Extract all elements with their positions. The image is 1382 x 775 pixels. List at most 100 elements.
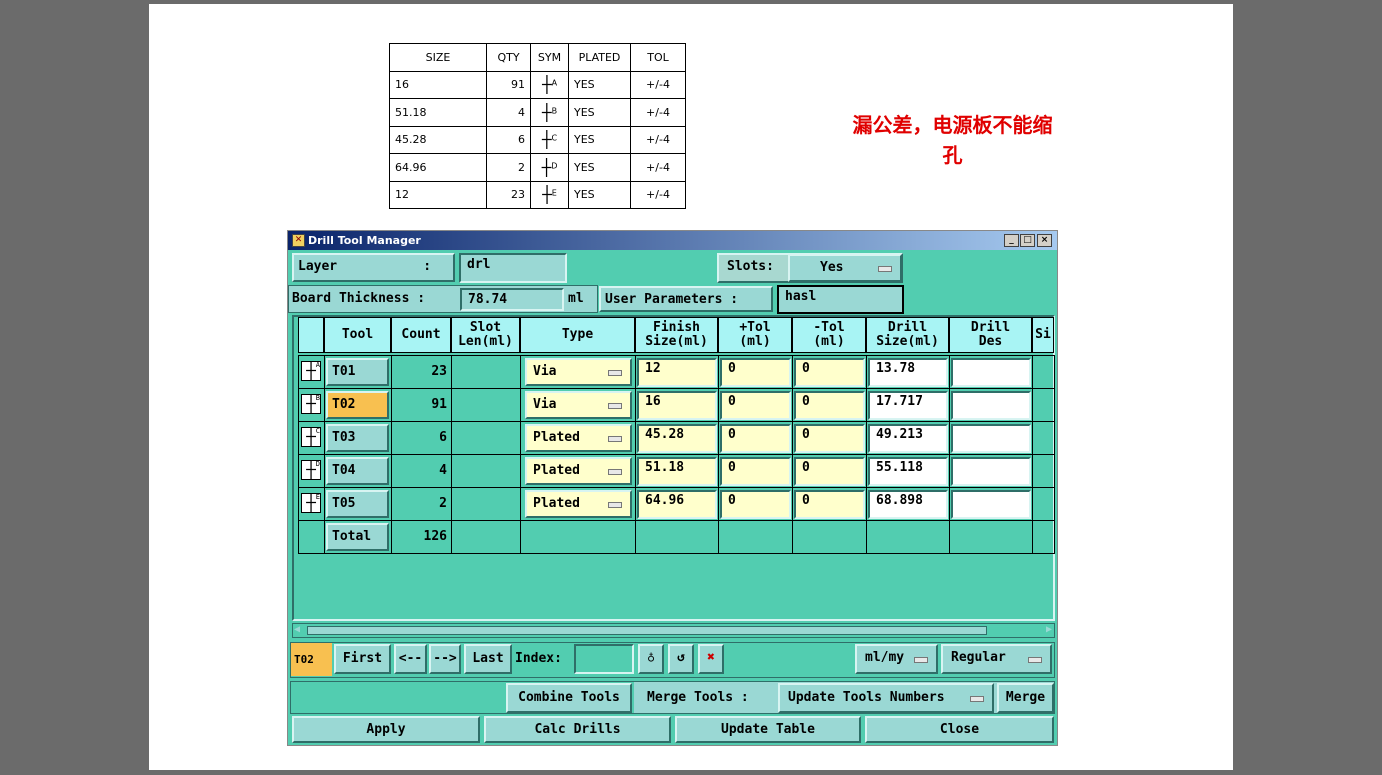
des-field[interactable] [951, 424, 1031, 453]
des-field[interactable] [951, 391, 1031, 420]
slots-dropdown[interactable]: Yes [788, 254, 902, 282]
column-header[interactable]: +Tol (ml) [718, 317, 792, 353]
des-field[interactable] [951, 358, 1031, 387]
drill-field[interactable]: 17.717 [868, 391, 948, 420]
spec-cell: YES [568, 153, 631, 182]
calc-drills-button[interactable]: Calc Drills [484, 716, 671, 743]
spec-cell: YES [568, 98, 631, 127]
thickness-field[interactable]: 78.74 [460, 288, 564, 311]
finish-field[interactable]: 45.28 [637, 424, 717, 453]
tool-button[interactable]: T05 [326, 490, 389, 518]
close-button[interactable]: Close [865, 716, 1054, 743]
finish-field[interactable]: 12 [637, 358, 717, 387]
ptol-field[interactable]: 0 [720, 490, 791, 519]
tool-symbol-icon[interactable]: ┼ A [301, 361, 321, 381]
column-header[interactable]: Count [391, 317, 451, 353]
layer-field[interactable]: drl [459, 253, 567, 283]
tool-button[interactable]: T03 [326, 424, 389, 452]
mtol-field[interactable]: 0 [794, 424, 865, 453]
ptol-field[interactable]: 0 [720, 424, 791, 453]
grid-cell [1032, 454, 1055, 488]
type-dropdown[interactable]: Plated [525, 457, 632, 485]
des-field[interactable] [951, 490, 1031, 519]
combine-tools-button[interactable]: Combine Tools [506, 683, 632, 713]
grid-cell [451, 388, 521, 422]
finish-field[interactable]: 51.18 [637, 457, 717, 486]
prev-button[interactable]: <-- [394, 644, 427, 674]
last-button[interactable]: Last [464, 644, 512, 674]
total-button[interactable]: Total [326, 523, 389, 551]
column-header[interactable] [298, 317, 324, 353]
tool-count: 91 [431, 397, 447, 412]
index-field[interactable] [574, 644, 634, 674]
tool-button[interactable]: T02 [326, 391, 389, 419]
user-parameters-button[interactable]: User Parameters : [599, 286, 773, 312]
mtol-field[interactable]: 0 [794, 490, 865, 519]
ptol-field[interactable]: 0 [720, 391, 791, 420]
spec-symbol: ┼B [530, 98, 569, 127]
merge-option-dropdown[interactable]: Update Tools Numbers [778, 683, 994, 713]
delete-icon[interactable]: ✖ [698, 644, 724, 674]
apply-button[interactable]: Apply [292, 716, 480, 743]
spec-cell: 45.28 [389, 125, 487, 154]
maximize-button[interactable]: □ [1020, 234, 1035, 247]
update-table-button[interactable]: Update Table [675, 716, 861, 743]
spec-cell: 16 [389, 70, 487, 99]
scrollbar-thumb[interactable] [307, 626, 987, 635]
drill-field[interactable]: 13.78 [868, 358, 948, 387]
des-field[interactable] [951, 457, 1031, 486]
type-dropdown[interactable]: Via [525, 391, 632, 419]
spec-row: 64.96 2 ┼D YES +/-4 [389, 153, 686, 182]
drill-field[interactable]: 55.118 [868, 457, 948, 486]
units-dropdown[interactable]: ml/my [855, 644, 938, 674]
layer-button[interactable]: Layer : [292, 253, 455, 282]
mtol-field[interactable]: 0 [794, 358, 865, 387]
tool-button[interactable]: T04 [326, 457, 389, 485]
column-header[interactable]: Tool [324, 317, 391, 353]
close-window-button[interactable]: × [1037, 234, 1052, 247]
merge-button[interactable]: Merge [997, 683, 1054, 713]
refresh-icon[interactable]: ↺ [668, 644, 694, 674]
column-header[interactable]: Si [1032, 317, 1054, 353]
column-header[interactable]: -Tol (ml) [792, 317, 866, 353]
finish-field[interactable]: 16 [637, 391, 717, 420]
tool-symbol-icon[interactable]: ┼ D [301, 460, 321, 480]
tool-symbol-icon[interactable]: ┼ E [301, 493, 321, 513]
spec-cell: 2 [486, 153, 531, 182]
spec-cell: 51.18 [389, 98, 487, 127]
mtol-field[interactable]: 0 [794, 457, 865, 486]
column-header[interactable]: Drill Size(ml) [866, 317, 949, 353]
spec-cell: +/-4 [630, 180, 686, 209]
type-dropdown[interactable]: Via [525, 358, 632, 386]
minimize-button[interactable]: _ [1004, 234, 1019, 247]
ptol-field[interactable]: 0 [720, 457, 791, 486]
column-header[interactable]: Type [520, 317, 635, 353]
mtol-field[interactable]: 0 [794, 391, 865, 420]
user-parameters-field[interactable]: hasl [777, 285, 904, 314]
horizontal-scrollbar[interactable]: ◀ ▶ [292, 623, 1055, 638]
first-button[interactable]: First [334, 644, 391, 674]
title-bar[interactable]: ✕ Drill Tool Manager _ □ × [288, 231, 1057, 250]
bulb-icon[interactable]: ♁ [638, 644, 664, 674]
scroll-left-icon[interactable]: ◀ [294, 624, 300, 635]
next-button[interactable]: --> [429, 644, 461, 674]
grid-cell [520, 520, 636, 554]
grid-cell [866, 520, 950, 554]
tool-button[interactable]: T01 [326, 358, 389, 386]
finish-field[interactable]: 64.96 [637, 490, 717, 519]
type-dropdown[interactable]: Plated [525, 424, 632, 452]
mode-dropdown[interactable]: Regular [941, 644, 1052, 674]
scroll-right-icon[interactable]: ▶ [1046, 624, 1052, 635]
column-header[interactable]: Drill Des [949, 317, 1032, 353]
spec-cell: 4 [486, 98, 531, 127]
tool-symbol-icon[interactable]: ┼ B [301, 394, 321, 414]
ptol-field[interactable]: 0 [720, 358, 791, 387]
column-header[interactable]: Slot Len(ml) [451, 317, 520, 353]
drill-field[interactable]: 49.213 [868, 424, 948, 453]
type-dropdown[interactable]: Plated [525, 490, 632, 518]
spec-row: 12 23 ┼E YES +/-4 [389, 180, 686, 209]
drill-field[interactable]: 68.898 [868, 490, 948, 519]
column-header[interactable]: Finish Size(ml) [635, 317, 718, 353]
grid-cell [1032, 388, 1055, 422]
tool-symbol-icon[interactable]: ┼ C [301, 427, 321, 447]
